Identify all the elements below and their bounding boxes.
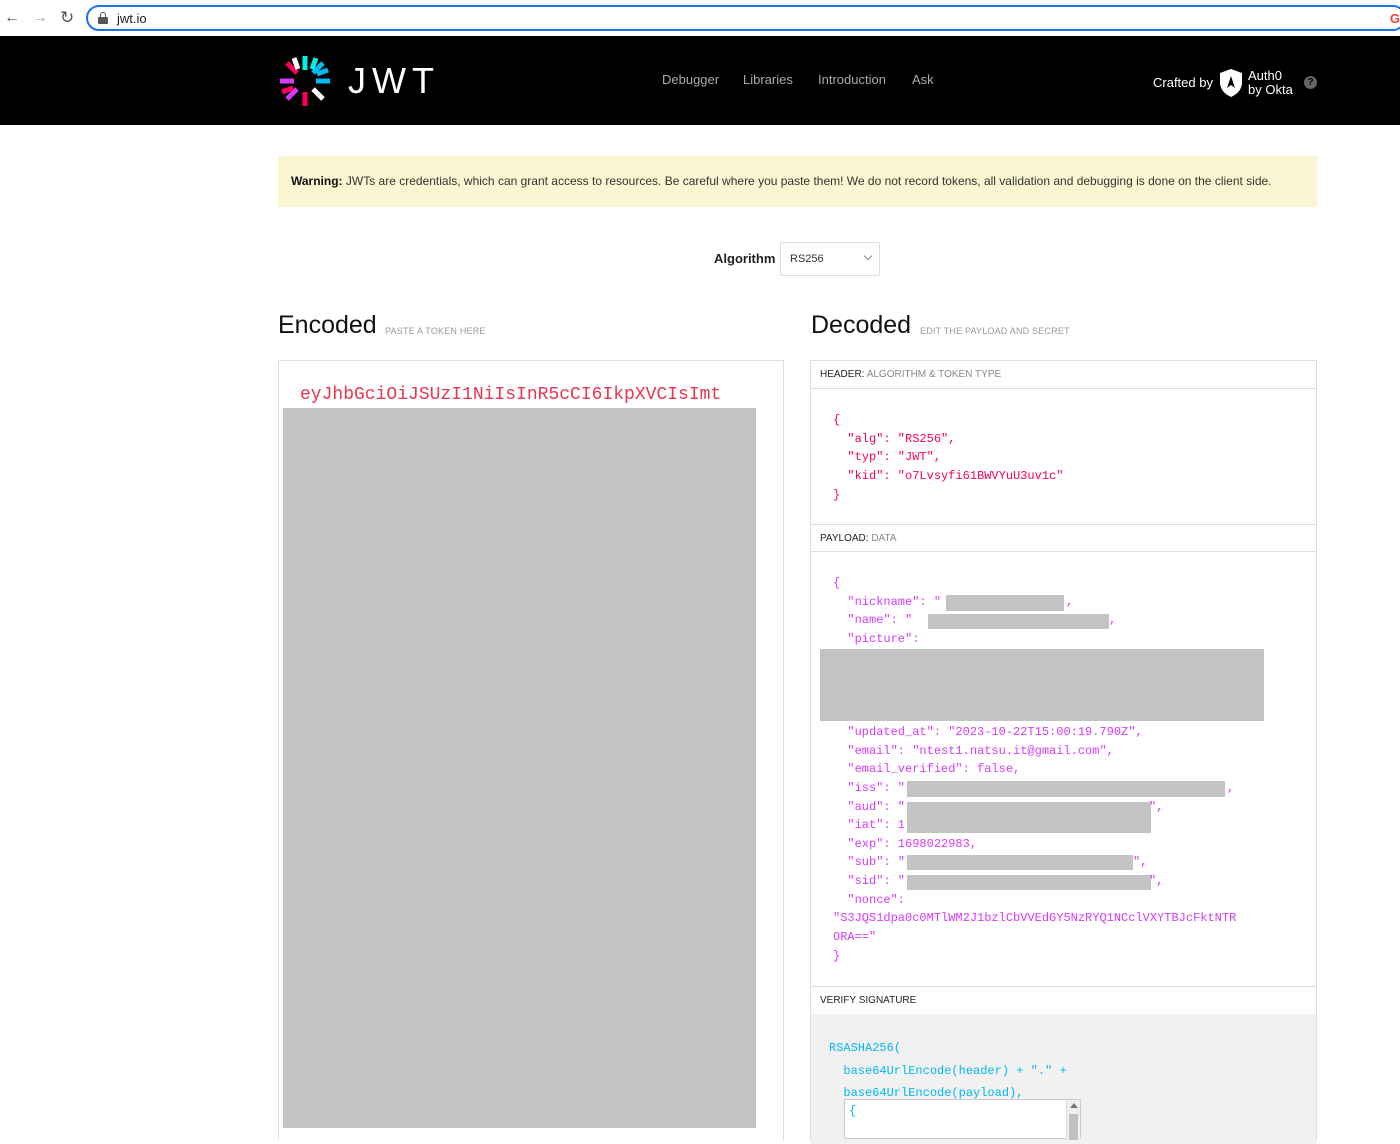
verify-label: VERIFY SIGNATURE: [820, 995, 917, 1006]
decoded-subtitle: EDIT THE PAYLOAD AND SECRET: [920, 326, 1070, 336]
redacted-value: [946, 595, 1064, 611]
nav-ask[interactable]: Ask: [912, 72, 934, 87]
signature-code: RSASHA256( base64UrlEncode(header) + "."…: [829, 1037, 1067, 1105]
back-arrow-icon[interactable]: ←: [4, 10, 20, 26]
payload-exp: "exp": 1698022983,: [833, 837, 978, 851]
nav-introduction[interactable]: Introduction: [818, 72, 886, 87]
payload-aud: "aud": ": [833, 800, 906, 814]
payload-nonce-value-cont: ORA==": [833, 930, 877, 944]
code-line: base64UrlEncode(header) + "." +: [829, 1063, 1067, 1078]
address-bar[interactable]: jwt.io G: [86, 5, 1400, 31]
algorithm-select[interactable]: RS256: [780, 242, 880, 276]
code-line: ",: [1133, 855, 1148, 869]
payload-picture: "picture":: [833, 632, 920, 646]
algorithm-label: Algorithm: [714, 251, 776, 266]
redacted-area: [283, 408, 756, 1128]
payload-updated-at: "updated_at": "2023-10-22T15:00:19.790Z"…: [833, 725, 1143, 739]
public-key-input[interactable]: {: [844, 1099, 1081, 1140]
verify-signature-title: VERIFY SIGNATURE: [811, 986, 1316, 1014]
warning-text: JWTs are credentials, which can grant ac…: [345, 174, 1272, 188]
forward-arrow-icon[interactable]: →: [32, 10, 48, 26]
encoded-token-text[interactable]: eyJhbGciOiJSUzI1NiIsInR5cCI6IkpXVCIsImt: [300, 385, 721, 405]
auth0-line1: Auth0: [1248, 68, 1282, 83]
code-line: ",: [1149, 874, 1164, 888]
warning-label: Warning:: [291, 174, 343, 188]
chevron-down-icon: [863, 251, 873, 261]
payload-sublabel: DATA: [871, 533, 897, 544]
redacted-value: [907, 855, 1133, 870]
payload-name: "name": ": [833, 613, 913, 627]
payload-nonce-value: "S3JQS1dpa0c0MTlWM2J1bzlCbVVEdGY5NzRYQ1N…: [833, 911, 1237, 925]
code-line: ,: [1066, 595, 1074, 609]
payload-email: "email": "ntest1.natsu.it@gmail.com",: [833, 744, 1114, 758]
payload-nonce: "nonce":: [833, 893, 906, 907]
decoded-panel: HEADER: ALGORITHM & TOKEN TYPE { "alg": …: [810, 360, 1317, 1144]
jwt-logo-icon[interactable]: [278, 54, 332, 108]
code-line: }: [833, 487, 841, 502]
code-line: {: [833, 576, 841, 590]
browser-toolbar: ← → ↻ jwt.io G: [0, 0, 1400, 36]
code-line: ,: [1227, 781, 1235, 795]
payload-iat: "iat": 1: [833, 818, 906, 832]
header-sublabel: ALGORITHM & TOKEN TYPE: [866, 369, 1002, 380]
lock-icon: [98, 12, 108, 24]
code-line: RSASHA256(: [829, 1041, 902, 1055]
encoded-token-editor[interactable]: eyJhbGciOiJSUzI1NiIsInR5cCI6IkpXVCIsImt: [278, 360, 784, 1140]
auth0-link[interactable]: Auth0 by Okta: [1248, 69, 1293, 97]
help-icon[interactable]: ?: [1304, 76, 1317, 89]
site-header: JWT Debugger Libraries Introduction Ask …: [0, 36, 1400, 125]
code-line: ,: [1109, 613, 1117, 627]
code-line: ",: [1149, 800, 1164, 814]
code-line: {: [833, 413, 841, 427]
payload-label: PAYLOAD:: [820, 533, 869, 544]
scrollbar-thumb[interactable]: [1069, 1114, 1078, 1140]
url-text[interactable]: jwt.io: [117, 11, 147, 26]
encoded-title: Encoded: [278, 311, 377, 339]
redacted-value: [928, 614, 1109, 629]
nav-libraries[interactable]: Libraries: [743, 72, 793, 87]
header-section-title: HEADER: ALGORITHM & TOKEN TYPE: [811, 361, 1316, 389]
code-line: "alg": "RS256",: [833, 431, 956, 446]
redacted-value: [907, 781, 1225, 797]
code-line: "typ": "JWT",: [833, 450, 942, 465]
header-label: HEADER:: [820, 369, 865, 380]
scrollbar[interactable]: [1066, 1100, 1080, 1140]
code-line: "kid": "o7Lvsyfi61BWVYuU3uv1c": [833, 469, 1064, 484]
payload-iss: "iss": ": [833, 781, 906, 795]
warning-banner: Warning: JWTs are credentials, which can…: [278, 156, 1317, 207]
payload-nickname: "nickname": ": [833, 595, 942, 609]
redacted-value: [820, 649, 1264, 721]
decoded-title: Decoded: [811, 311, 912, 339]
crafted-by-label: Crafted by: [1153, 75, 1213, 90]
encoded-subtitle: PASTE A TOKEN HERE: [385, 326, 486, 336]
signature-editor[interactable]: RSASHA256( base64UrlEncode(header) + "."…: [811, 1014, 1316, 1144]
payload-email-verified: "email_verified": false,: [833, 762, 1021, 776]
logo-wordmark[interactable]: JWT: [348, 60, 440, 102]
nav-debugger[interactable]: Debugger: [662, 72, 719, 87]
redacted-value: [907, 802, 1151, 833]
scroll-up-arrow-icon[interactable]: [1070, 1103, 1078, 1108]
hidden-heading-fragment: [800, 120, 842, 130]
google-icon[interactable]: G: [1390, 11, 1400, 26]
secret-brace: {: [849, 1104, 857, 1118]
header-json-editor[interactable]: { "alg": "RS256", "typ": "JWT", "kid": "…: [833, 411, 1063, 505]
redacted-value: [907, 875, 1151, 890]
algorithm-selected-value: RS256: [790, 253, 824, 265]
reload-icon[interactable]: ↻: [60, 9, 74, 26]
payload-sub: "sub": ": [833, 855, 906, 869]
auth0-line2: by Okta: [1248, 82, 1293, 97]
payload-section-title: PAYLOAD: DATA: [811, 524, 1316, 552]
code-line: }: [833, 949, 841, 963]
auth0-shield-icon[interactable]: [1218, 68, 1244, 98]
payload-sid: "sid": ": [833, 874, 906, 888]
